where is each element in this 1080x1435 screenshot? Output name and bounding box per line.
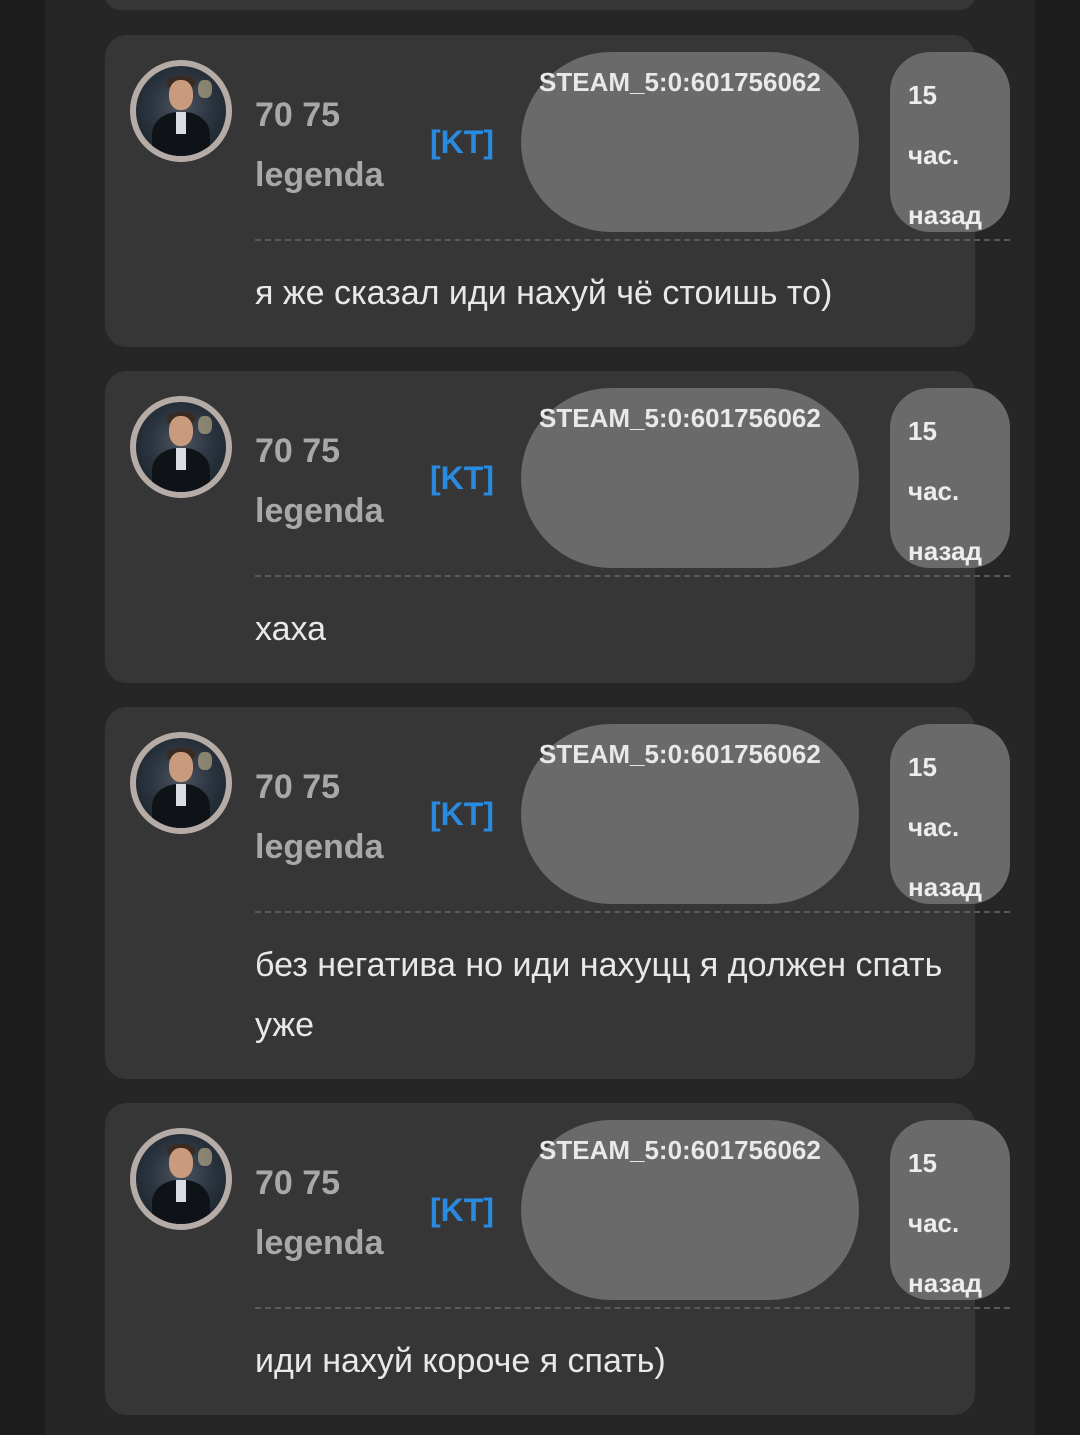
- chat-message: 70 75 legenda [KT] STEAM_5:0:601756062 1…: [105, 371, 1010, 683]
- steam-id: STEAM_5:0:601756062: [539, 67, 821, 97]
- message-text: без негатива но иди нахуцц я должен спат…: [255, 946, 943, 1044]
- timestamp: 15 час. назад: [908, 401, 1018, 581]
- player-name[interactable]: 70 75 legenda: [255, 421, 430, 541]
- timestamp: 15 час. назад: [908, 737, 1018, 917]
- player-name[interactable]: 70 75 legenda: [255, 85, 430, 205]
- team-tag: [KT]: [430, 460, 494, 496]
- timestamp: 15 час. назад: [908, 65, 1018, 245]
- time-suffix: назад: [908, 1268, 983, 1298]
- time-suffix: назад: [908, 536, 983, 566]
- chat-message: 70 75 legenda [KT] STEAM_5:0:601756062 1…: [105, 1103, 1010, 1415]
- divider: [255, 239, 1010, 241]
- previous-message-card: [105, 0, 975, 10]
- avatar[interactable]: [130, 1128, 232, 1230]
- time-value: 15: [908, 752, 937, 782]
- time-unit: час.: [908, 1208, 960, 1238]
- time-unit: час.: [908, 476, 960, 506]
- time-value: 15: [908, 80, 937, 110]
- time-value: 15: [908, 1148, 937, 1178]
- team-tag: [KT]: [430, 124, 494, 160]
- chat-message: 70 75 legenda [KT] STEAM_5:0:601756062 1…: [105, 707, 1010, 1079]
- avatar[interactable]: [130, 60, 232, 162]
- divider: [255, 575, 1010, 577]
- chat-message: 70 75 legenda [KT] STEAM_5:0:601756062 1…: [105, 35, 1010, 347]
- player-name[interactable]: 70 75 legenda: [255, 1153, 430, 1273]
- message-text: я же сказал иди нахуй чё стоишь то): [255, 274, 833, 312]
- message-text: хаха: [255, 610, 327, 648]
- time-unit: час.: [908, 140, 960, 170]
- time-suffix: назад: [908, 872, 983, 902]
- steam-id: STEAM_5:0:601756062: [539, 403, 821, 433]
- avatar[interactable]: [130, 732, 232, 834]
- avatar[interactable]: [130, 396, 232, 498]
- steam-id: STEAM_5:0:601756062: [539, 1135, 821, 1165]
- steam-id: STEAM_5:0:601756062: [539, 739, 821, 769]
- player-name[interactable]: 70 75 legenda: [255, 757, 430, 877]
- team-tag: [KT]: [430, 1192, 494, 1228]
- team-tag: [KT]: [430, 796, 494, 832]
- divider: [255, 911, 1010, 913]
- time-value: 15: [908, 416, 937, 446]
- divider: [255, 1307, 1010, 1309]
- timestamp: 15 час. назад: [908, 1133, 1018, 1313]
- time-suffix: назад: [908, 200, 983, 230]
- message-text: иди нахуй короче я спать): [255, 1342, 666, 1380]
- time-unit: час.: [908, 812, 960, 842]
